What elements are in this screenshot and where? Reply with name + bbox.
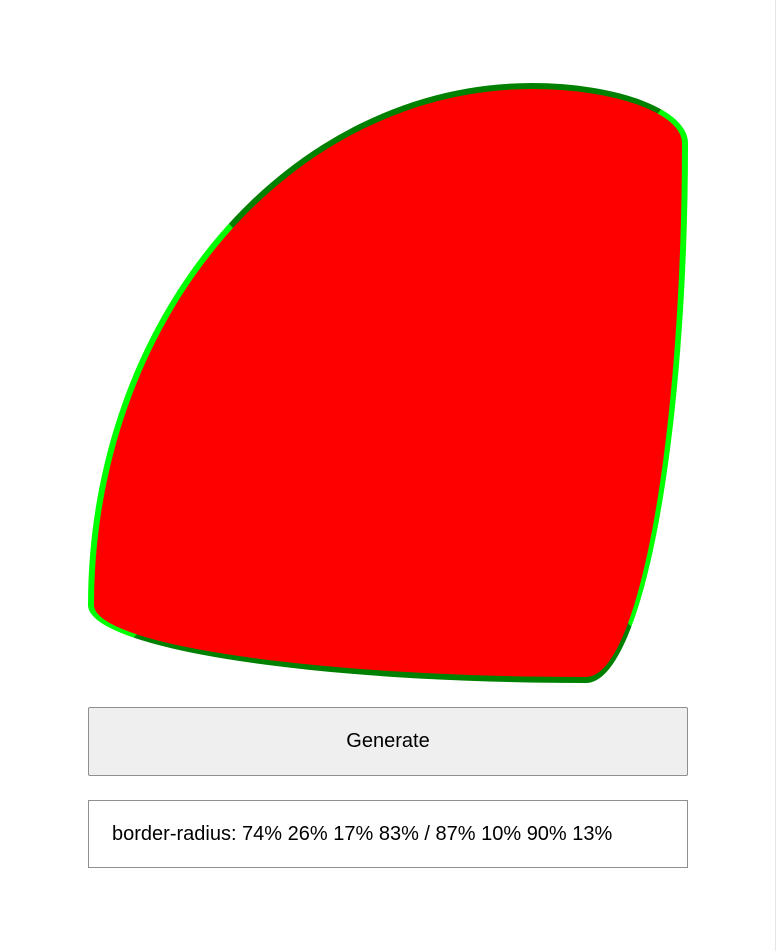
border-radius-output-text: border-radius: 74% 26% 17% 83% / 87% 10%… bbox=[112, 822, 613, 845]
border-radius-preview-shape bbox=[88, 83, 688, 683]
border-radius-output: border-radius: 74% 26% 17% 83% / 87% 10%… bbox=[88, 800, 688, 868]
generate-button[interactable]: Generate bbox=[88, 707, 688, 776]
